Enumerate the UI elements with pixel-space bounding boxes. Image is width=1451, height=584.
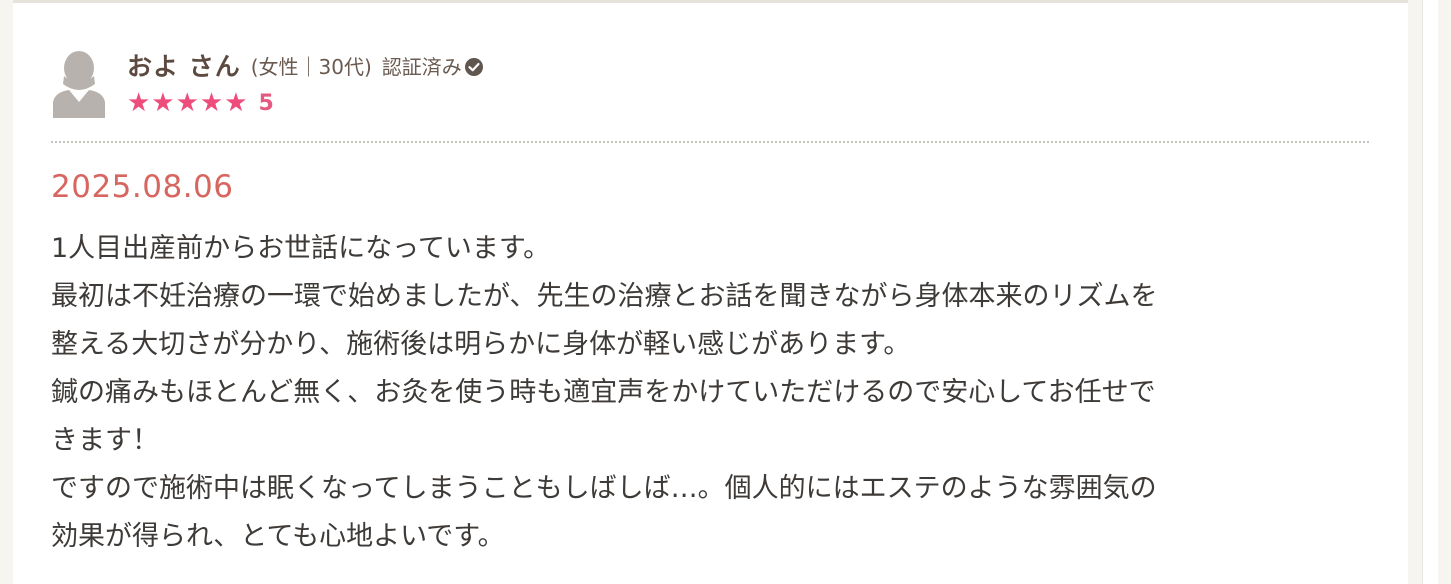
review-line: 1人目出産前からお世話になっています。 [51, 233, 551, 264]
review-line: 最初は不妊治療の一環で始めましたが、先生の治療とお話を聞きながら身体本来のリズム… [51, 281, 1158, 312]
person-silhouette-icon [51, 46, 107, 118]
reviewer-name: およ さん [127, 52, 241, 81]
check-circle-icon [464, 57, 483, 76]
reviewer-attributes: (女性｜30代) [250, 54, 372, 79]
review-line: 鍼の痛みもほとんど無く、お灸を使う時も適宜声をかけていただけるので安心してお任せ… [51, 377, 1156, 408]
review-text: 1人目出産前からお世話になっています。 最初は不妊治療の一環で始めましたが、先生… [51, 225, 1381, 561]
rating: ★★★★★ 5 [127, 86, 274, 120]
review-line: きます！ [51, 425, 159, 456]
verified-badge: 認証済み [382, 51, 484, 80]
review-date: 2025.08.06 [51, 169, 234, 205]
review-card: およ さん (女性｜30代) 認証済み ★★★★★ 5 2025.08.06 1… [13, 0, 1408, 584]
page-edge [1422, 0, 1438, 584]
rating-score: 5 [258, 90, 274, 116]
reviewer-info: およ さん (女性｜30代) 認証済み [127, 47, 484, 83]
review-line: 整える大切さが分かり、施術後は明らかに身体が軽い感じがあります。 [51, 329, 911, 360]
divider [51, 141, 1369, 143]
review-line: 効果が得られ、とても心地よいです。 [51, 521, 505, 552]
verified-label: 認証済み [381, 54, 462, 79]
star-rating-icon: ★★★★★ [127, 88, 249, 118]
review-line: ですので施術中は眠くなってしまうこともしばしば…。個人的にはエステのような雰囲気… [51, 473, 1157, 504]
